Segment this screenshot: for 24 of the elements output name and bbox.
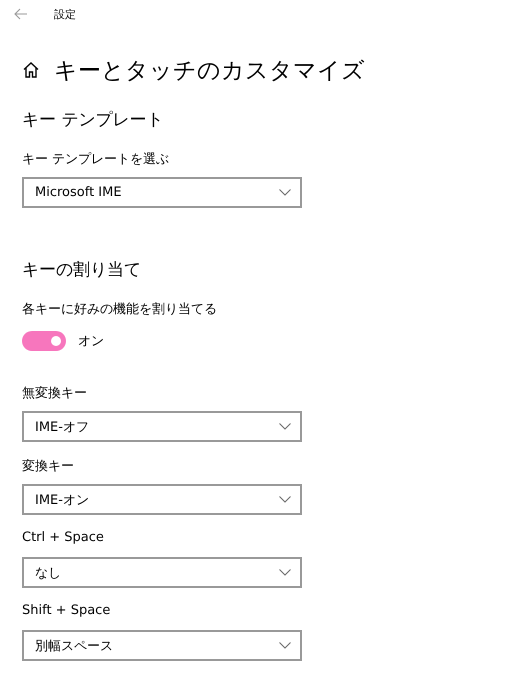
back-arrow-icon[interactable] [14, 8, 28, 20]
home-icon[interactable] [22, 61, 40, 79]
chevron-down-icon [279, 642, 291, 649]
key-dropdown[interactable]: 別幅スペース [22, 630, 302, 661]
toggle-switch[interactable] [22, 331, 66, 351]
toggle-label: 各キーに好みの機能を割り当てる [22, 301, 218, 318]
section-heading: キー テンプレート [22, 109, 164, 132]
field-label: 無変換キー [22, 385, 88, 402]
chevron-down-icon [279, 569, 291, 576]
field-label: 変換キー [22, 458, 75, 475]
window-title: 設定 [54, 6, 76, 22]
chevron-down-icon [279, 496, 291, 503]
field-label: Shift + Space [22, 603, 112, 620]
chevron-down-icon [279, 189, 291, 196]
field-label: キー テンプレートを選ぶ [22, 151, 170, 168]
template-dropdown[interactable]: Microsoft IME [22, 177, 302, 208]
section-heading: キーの割り当て [22, 259, 142, 282]
chevron-down-icon [279, 423, 291, 430]
toggle-state-text: オン [78, 333, 104, 350]
key-dropdown[interactable]: なし [22, 557, 302, 588]
key-dropdown[interactable]: IME-オン [22, 484, 302, 515]
page-title: キーとタッチのカスタマイズ [54, 56, 365, 86]
key-dropdown[interactable]: IME-オフ [22, 411, 302, 442]
field-label: Ctrl + Space [22, 530, 105, 547]
